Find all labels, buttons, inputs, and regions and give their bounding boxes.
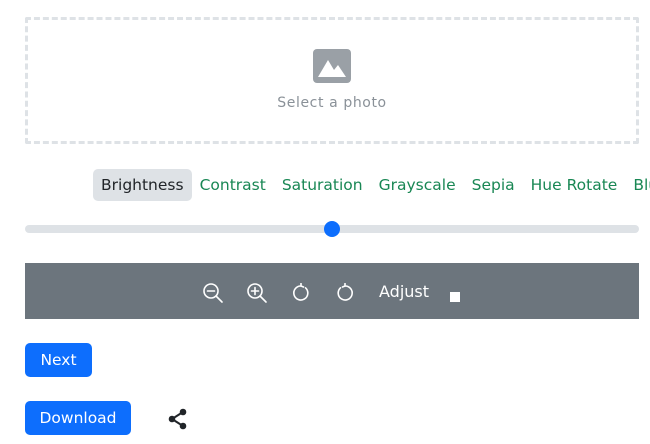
filter-tabs: Brightness Contrast Saturation Grayscale… — [93, 169, 650, 201]
filter-tab-contrast[interactable]: Contrast — [192, 169, 274, 201]
filter-slider[interactable] — [25, 220, 639, 238]
rotate-counterclockwise-icon[interactable] — [335, 283, 355, 303]
filter-tab-sepia[interactable]: Sepia — [464, 169, 523, 201]
rotate-clockwise-icon[interactable] — [291, 283, 311, 303]
zoom-in-icon[interactable] — [246, 282, 268, 304]
slider-thumb[interactable] — [324, 221, 340, 237]
next-button[interactable]: Next — [25, 343, 92, 377]
filter-tab-saturation[interactable]: Saturation — [274, 169, 371, 201]
filter-tab-blur[interactable]: Blur — [625, 169, 650, 201]
zoom-out-icon[interactable] — [202, 282, 224, 304]
editor-toolbar: Adjust — [25, 263, 639, 319]
share-icon[interactable] — [166, 407, 190, 436]
image-icon — [313, 48, 351, 83]
download-button[interactable]: Download — [25, 401, 131, 435]
filter-tab-hue-rotate[interactable]: Hue Rotate — [523, 169, 626, 201]
photo-dropzone[interactable]: Select a photo — [25, 17, 639, 144]
filter-tab-grayscale[interactable]: Grayscale — [371, 169, 464, 201]
adjust-button[interactable]: Adjust — [379, 282, 429, 301]
stop-square-icon[interactable] — [450, 292, 460, 302]
dropzone-label: Select a photo — [277, 94, 387, 111]
filter-tab-brightness[interactable]: Brightness — [93, 169, 192, 201]
